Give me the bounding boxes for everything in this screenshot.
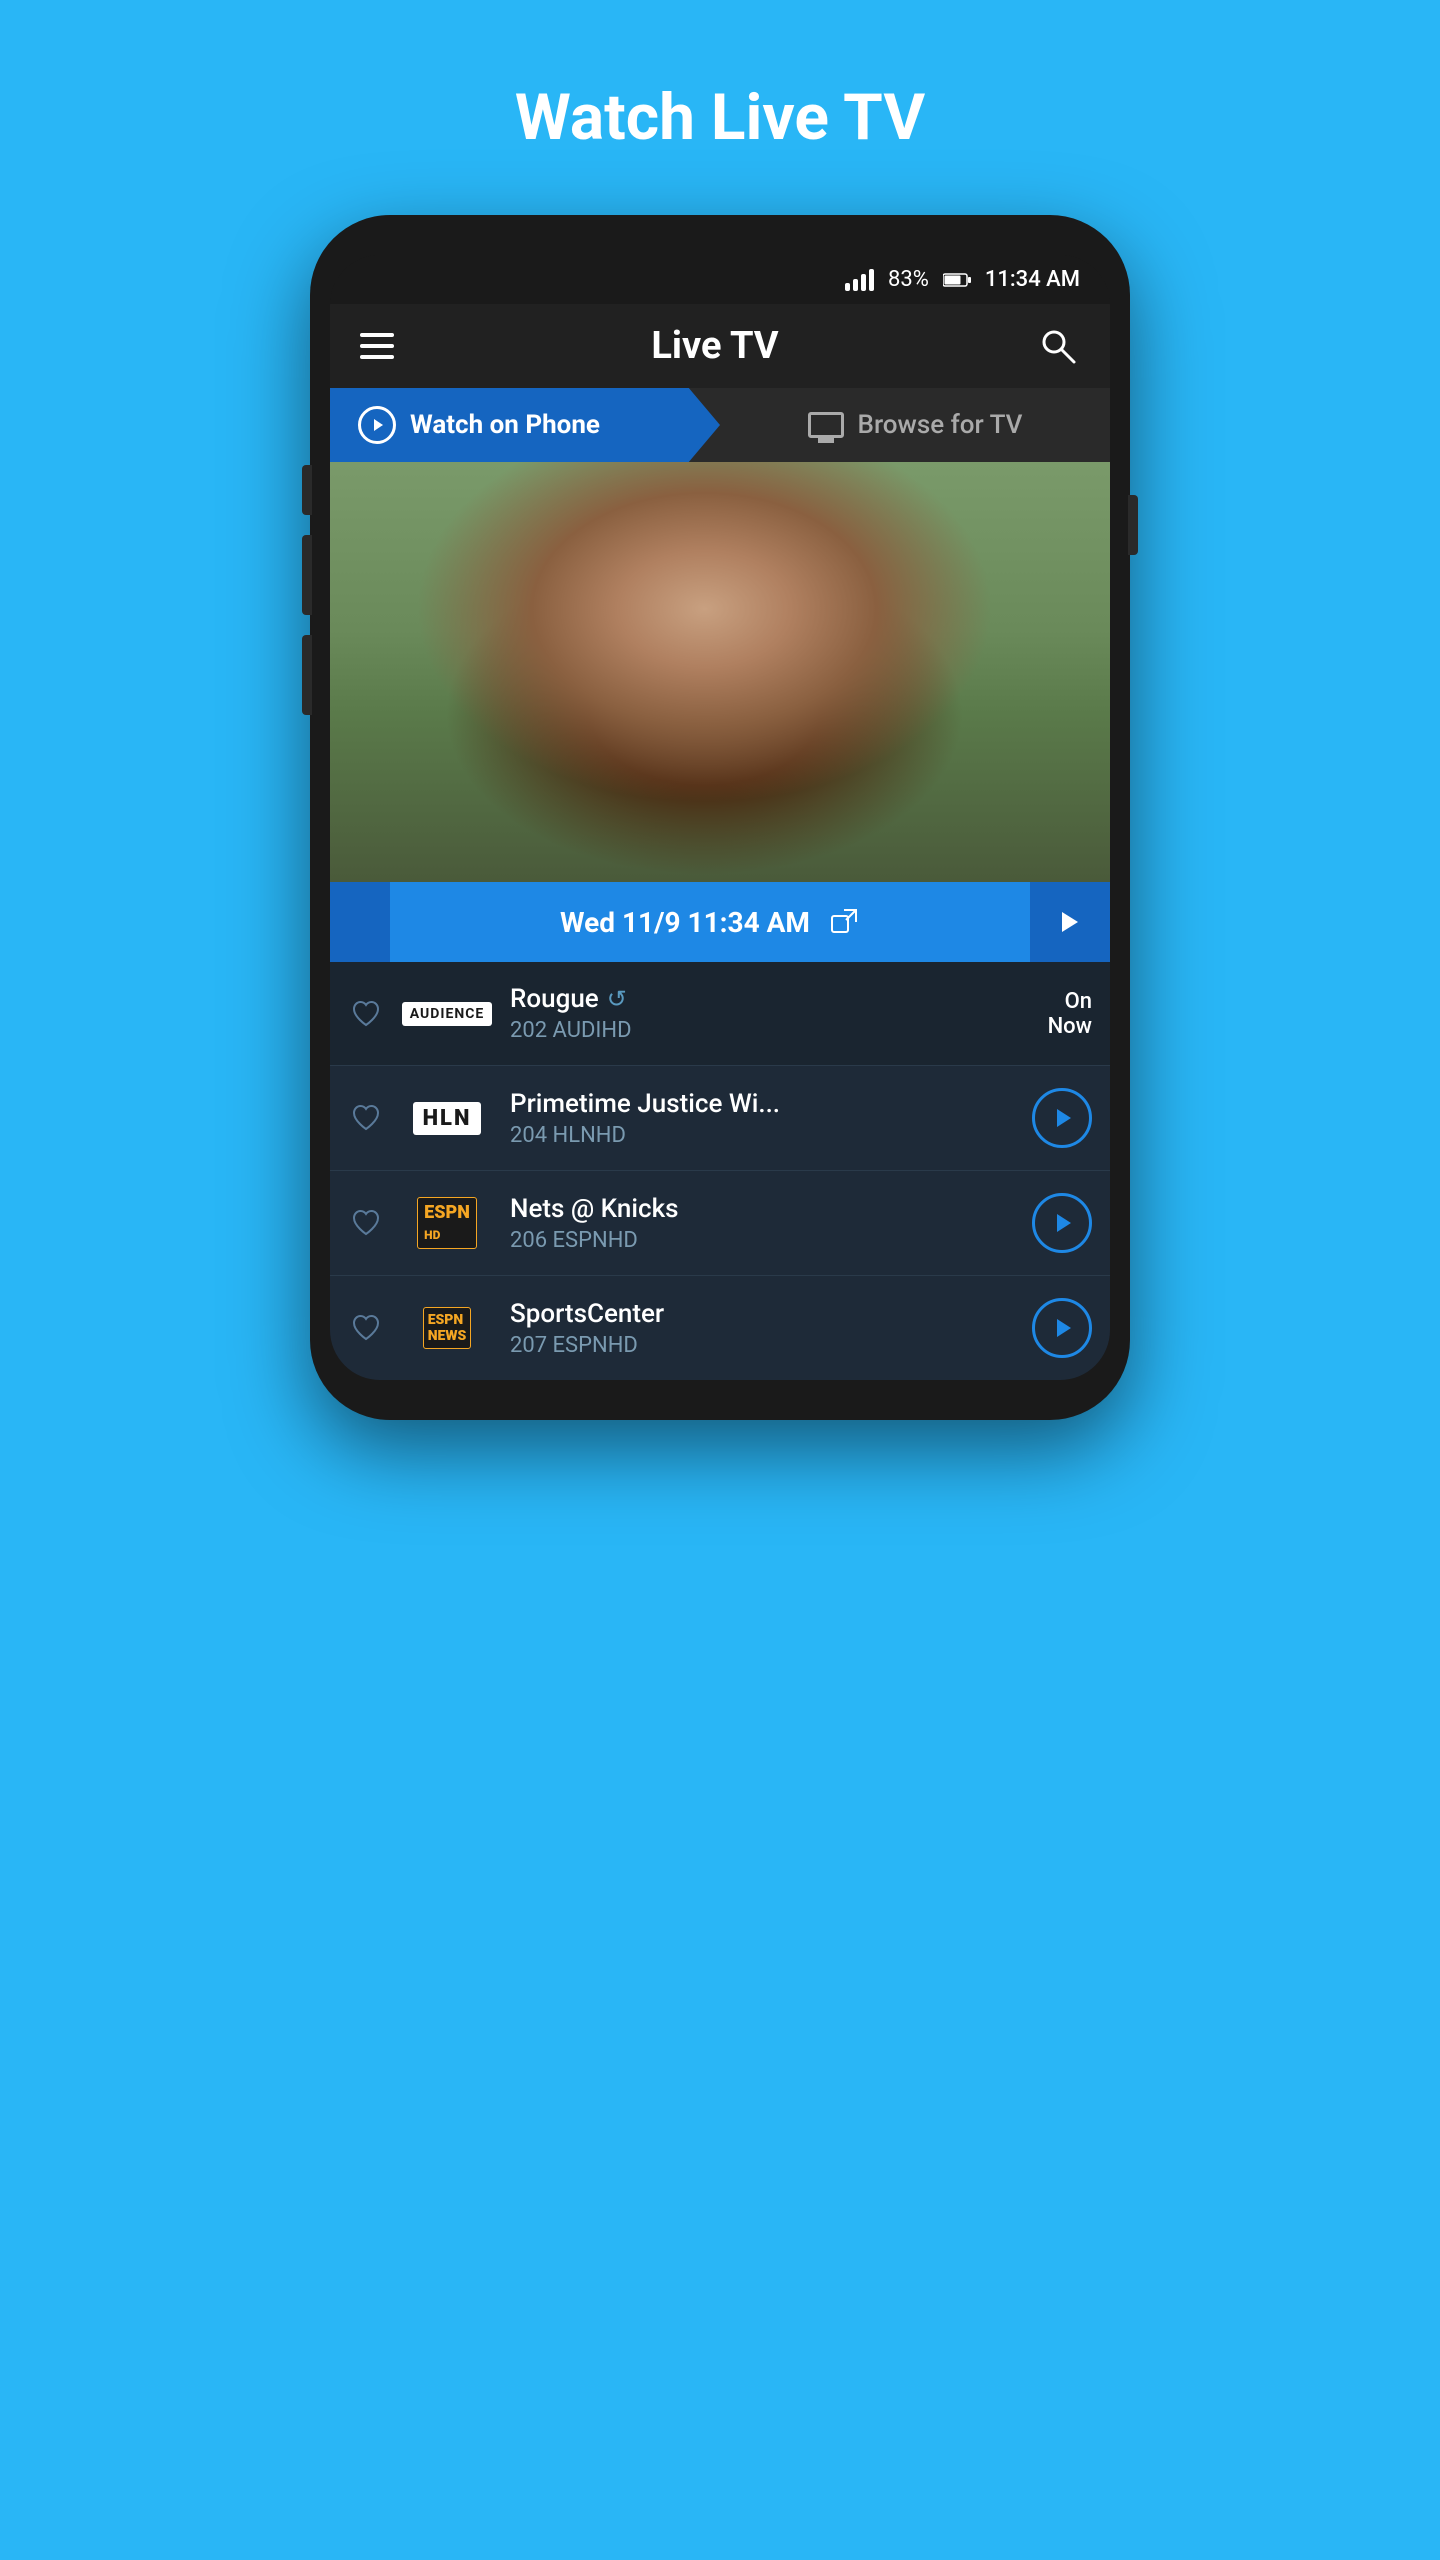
video-player[interactable] [330, 462, 1110, 882]
status-time: 11:34 AM [985, 267, 1080, 292]
channel-info: Rougue↺ 202 AUDIHD [510, 984, 994, 1043]
channel-name: Nets @ Knicks [510, 1194, 1014, 1224]
channel-info: Nets @ Knicks 206 ESPNHD [510, 1194, 1014, 1253]
favorite-icon[interactable] [348, 1205, 384, 1241]
favorite-icon[interactable] [348, 996, 384, 1032]
on-now-status: OnNow [1012, 989, 1092, 1039]
channel-list: AUDIENCE Rougue↺ 202 AUDIHD OnNow HLN [330, 962, 1110, 1380]
signal-icon [845, 269, 874, 291]
phone-device: 83% 11:34 AM Live TV [310, 215, 1130, 1420]
current-datetime: Wed 11/9 11:34 AM [560, 906, 810, 939]
tv-icon [808, 412, 844, 438]
external-link-icon[interactable] [828, 906, 860, 938]
channel-info: SportsCenter 207 ESPNHD [510, 1299, 1014, 1358]
channel-name: Rougue↺ [510, 984, 994, 1014]
battery-icon [943, 272, 971, 288]
hamburger-menu-button[interactable] [360, 333, 394, 359]
search-button[interactable] [1036, 324, 1080, 368]
channel-info: Primetime Justice Wi... 204 HLNHD [510, 1089, 1014, 1148]
channel-name: SportsCenter [510, 1299, 1014, 1329]
channel-number: 207 ESPNHD [510, 1333, 1014, 1358]
channel-row: ESPNHD Nets @ Knicks 206 ESPNHD [330, 1171, 1110, 1276]
status-bar: 83% 11:34 AM [330, 255, 1110, 304]
channel-row: HLN Primetime Justice Wi... 204 HLNHD [330, 1066, 1110, 1171]
favorite-icon[interactable] [348, 1100, 384, 1136]
now-bar-left-accent [330, 882, 390, 962]
audience-logo: AUDIENCE [402, 989, 492, 1039]
now-bar-next-button[interactable] [1030, 882, 1110, 962]
channel-number: 202 AUDIHD [510, 1018, 994, 1043]
tab-browse-label: Browse for TV [858, 410, 1023, 440]
tab-watch-phone[interactable]: Watch on Phone [330, 388, 720, 462]
espnhd-logo: ESPNHD [402, 1198, 492, 1248]
tab-watch-label: Watch on Phone [410, 410, 600, 440]
tab-bar: Watch on Phone Browse for TV [330, 388, 1110, 462]
play-button[interactable] [1032, 1298, 1092, 1358]
channel-number: 204 HLNHD [510, 1123, 1014, 1148]
page-title: Watch Live TV [515, 80, 925, 155]
watch-play-icon [358, 406, 396, 444]
favorite-icon[interactable] [348, 1310, 384, 1346]
now-playing-bar: Wed 11/9 11:34 AM [330, 882, 1110, 962]
app-bar: Live TV [330, 304, 1110, 388]
hln-logo: HLN [402, 1093, 492, 1143]
channel-name: Primetime Justice Wi... [510, 1089, 1014, 1119]
tab-browse-tv[interactable]: Browse for TV [720, 388, 1110, 462]
battery-percentage: 83% [888, 267, 929, 292]
channel-number: 206 ESPNHD [510, 1228, 1014, 1253]
now-bar-center: Wed 11/9 11:34 AM [390, 888, 1030, 957]
play-button[interactable] [1032, 1193, 1092, 1253]
channel-row: AUDIENCE Rougue↺ 202 AUDIHD OnNow [330, 962, 1110, 1066]
play-button[interactable] [1032, 1088, 1092, 1148]
espnnewshd-logo: ESPNNEWS [402, 1303, 492, 1353]
refresh-indicator: ↺ [607, 985, 627, 1013]
app-bar-title: Live TV [651, 324, 778, 368]
channel-row: ESPNNEWS SportsCenter 207 ESPNHD [330, 1276, 1110, 1380]
